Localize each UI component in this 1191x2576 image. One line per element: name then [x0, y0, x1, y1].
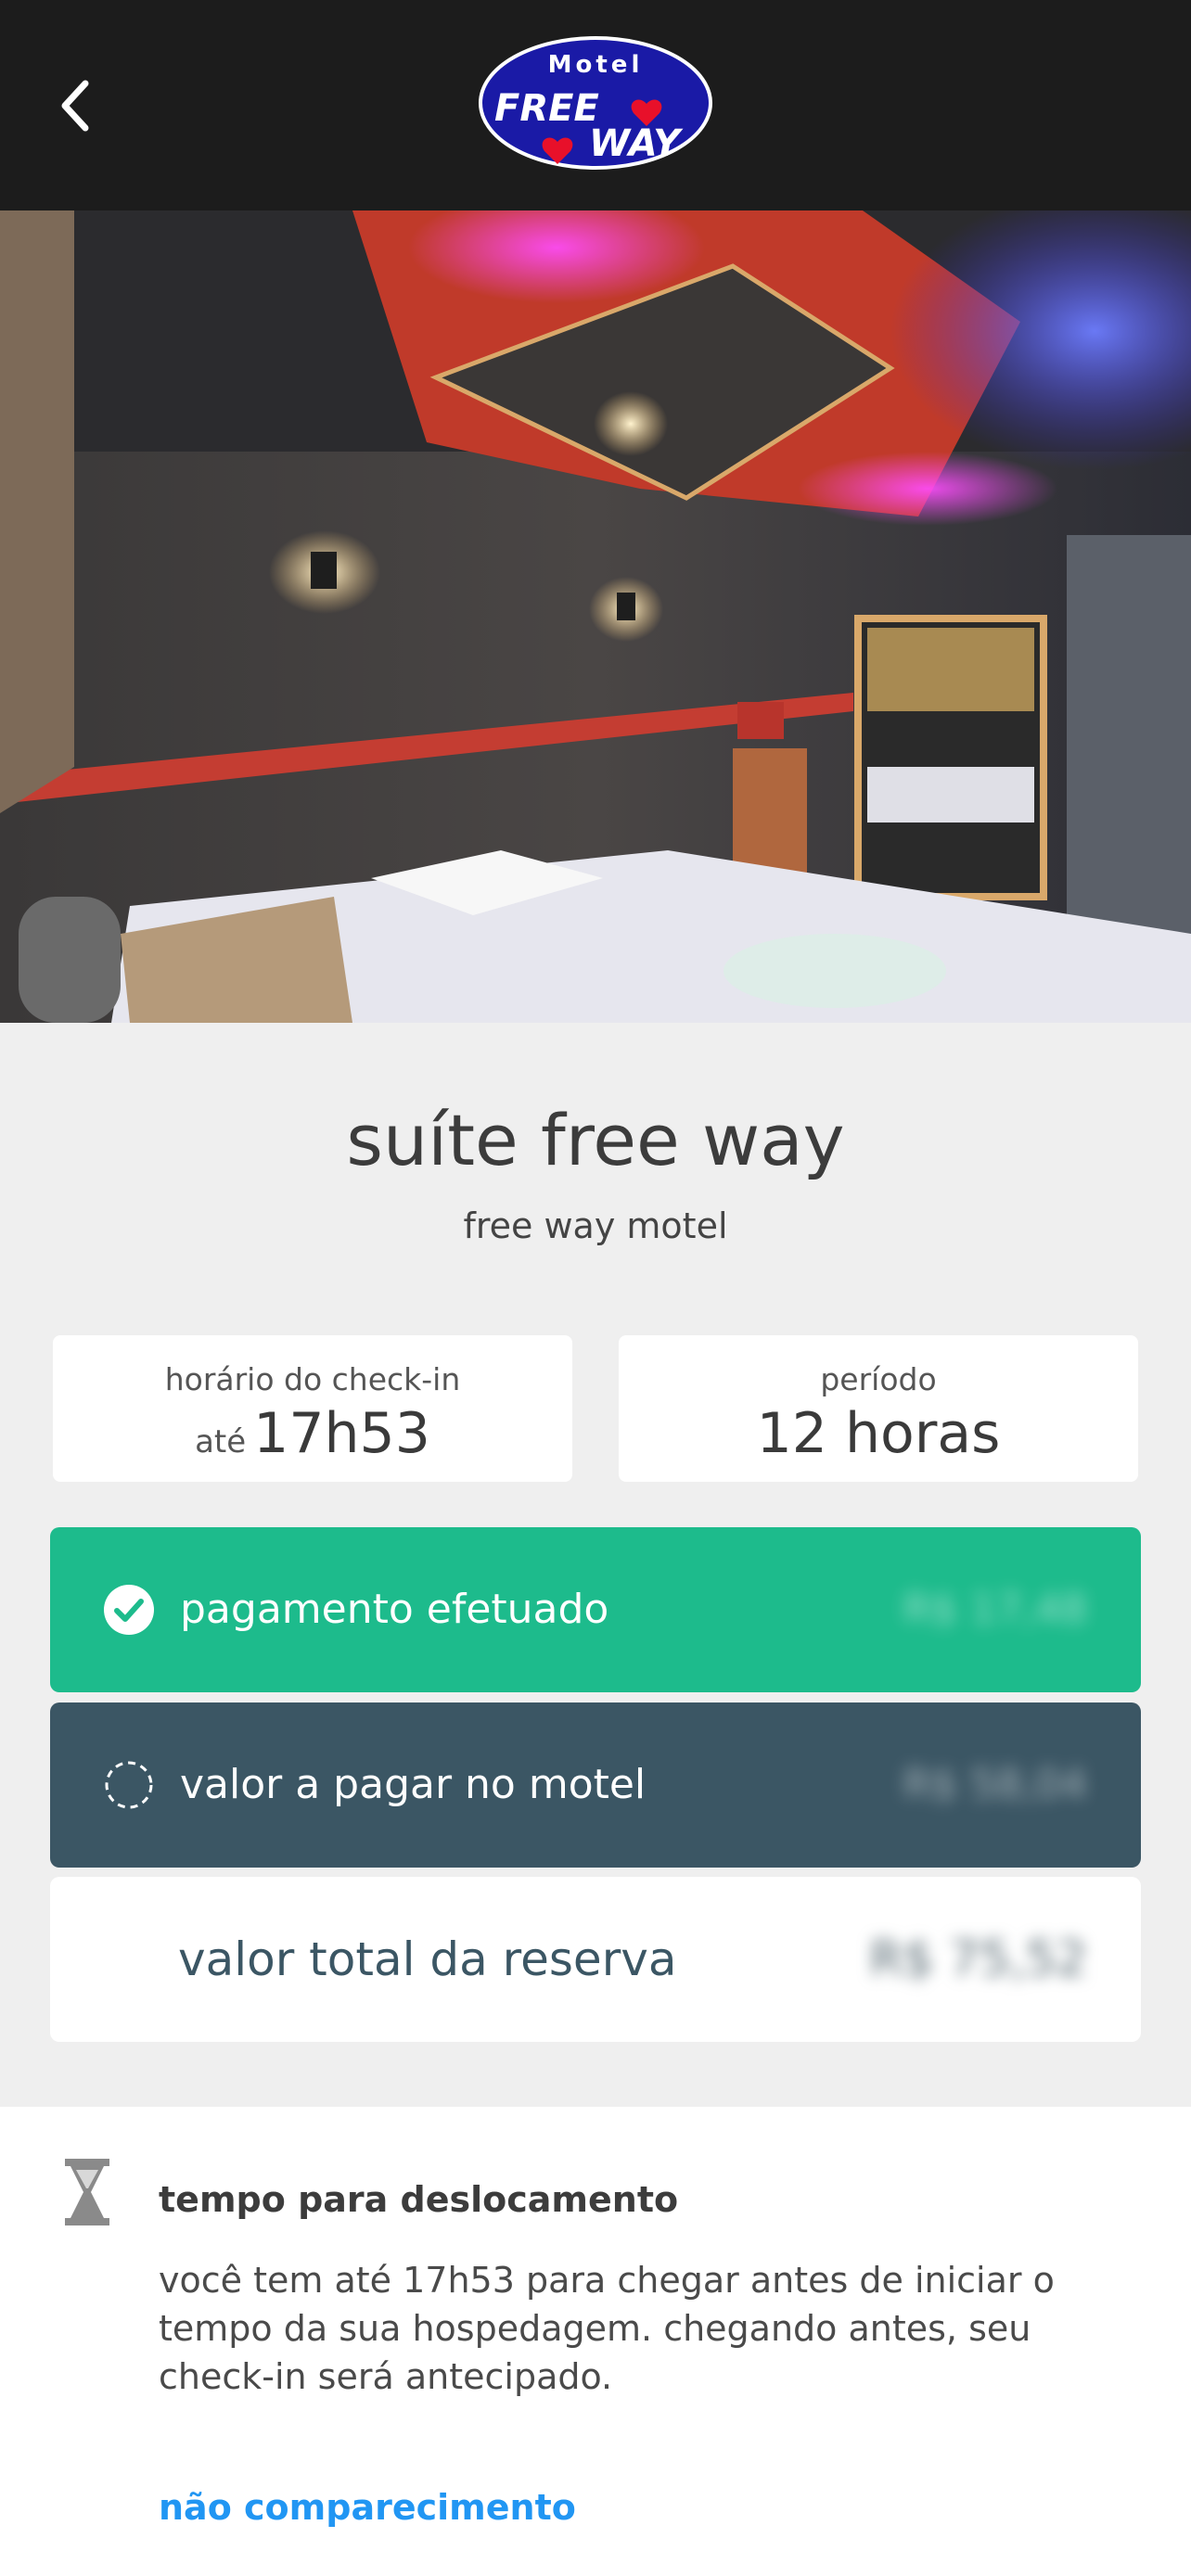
back-button[interactable]	[48, 72, 104, 139]
hourglass-icon	[65, 2159, 109, 2225]
due-label: valor a pagar no motel	[180, 1761, 647, 1808]
suite-title: suíte free way	[346, 1099, 845, 1181]
checkin-time: 17h53	[253, 1401, 430, 1466]
suite-photo	[0, 210, 1191, 1023]
motel-name: free way motel	[463, 1205, 728, 1246]
checkin-value-line: até 17h53	[53, 1401, 572, 1466]
period-label: período	[820, 1361, 937, 1397]
travel-description: você tem até 17h53 para chegar antes de …	[159, 2260, 1055, 2397]
payment-paid-row: pagamento efetuado R$ 17,48	[50, 1527, 1141, 1692]
period-card: período 12 horas	[619, 1335, 1138, 1482]
period-value: 12 horas	[756, 1401, 1001, 1466]
checkin-prefix: até	[195, 1423, 247, 1460]
logo-text-mid: FREE	[494, 87, 599, 130]
no-show-link[interactable]: não comparecimento	[159, 2487, 576, 2528]
checkin-label: horário do check-in	[164, 1361, 461, 1397]
chevron-left-icon	[61, 80, 89, 132]
dashed-circle-icon	[105, 1761, 153, 1809]
total-label: valor total da reserva	[178, 1932, 677, 1986]
paid-amount: R$ 17,48	[903, 1586, 1087, 1633]
logo-text-bottom: WAY	[589, 122, 684, 165]
travel-title: tempo para deslocamento	[159, 2179, 679, 2220]
payment-due-row: valor a pagar no motel R$ 58,04	[50, 1702, 1141, 1868]
top-bar: Motel FREE WAY	[0, 0, 1191, 210]
paid-label: pagamento efetuado	[180, 1586, 609, 1633]
checkin-card: horário do check-in até 17h53	[53, 1335, 572, 1482]
logo-text-top: Motel	[548, 51, 644, 79]
payment-total-row: valor total da reserva R$ 75,52	[50, 1877, 1141, 2042]
total-amount: R$ 75,52	[869, 1932, 1087, 1987]
due-amount: R$ 58,04	[903, 1761, 1087, 1808]
motel-logo: Motel FREE WAY	[478, 35, 713, 171]
check-circle-icon	[104, 1585, 154, 1635]
